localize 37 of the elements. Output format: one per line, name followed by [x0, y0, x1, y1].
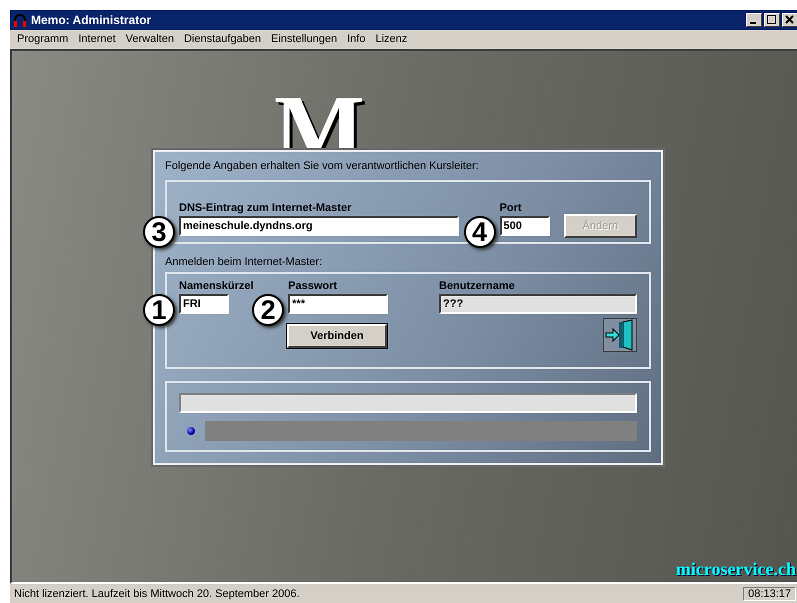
field-label: DNS-Eintrag zum Internet-Master	[179, 202, 352, 214]
menu-item[interactable]: Programm	[12, 33, 74, 45]
instruction-text: Folgende Angaben erhalten Sie vom verantwortlichen Kursleiter:	[165, 160, 479, 172]
field-label: Benutzername	[439, 280, 515, 292]
website-text: microservice.ch	[676, 559, 796, 580]
step-number: 3	[143, 216, 175, 248]
menu-item[interactable]: Internet	[73, 33, 121, 45]
close-icon	[785, 15, 794, 24]
maximize-button[interactable]	[764, 13, 780, 27]
step-number: 4	[464, 216, 496, 248]
menu-item[interactable]: Einstellungen	[266, 33, 342, 45]
step-number: 1	[143, 294, 175, 326]
headphones-icon	[13, 13, 27, 27]
input-field[interactable]: ???	[439, 294, 637, 314]
input-field[interactable]: 500	[500, 216, 550, 236]
clock-text: 08:13:17	[743, 587, 796, 601]
field-label: Namenskürzel	[179, 280, 254, 292]
input-field[interactable]: ***	[288, 294, 388, 314]
menu-item[interactable]: Lizenz	[370, 33, 412, 45]
minimize-icon	[750, 22, 756, 24]
maximize-icon	[767, 15, 776, 24]
input-field[interactable]: FRI	[179, 294, 229, 314]
status-message: Nicht lizenziert. Laufzeit bis Mittwoch 20. September 2006.	[14, 588, 300, 600]
section-heading: Anmelden beim Internet-Master:	[165, 256, 322, 268]
indicator-icon	[187, 426, 195, 434]
input-field[interactable]: meineschule.dyndns.org	[179, 216, 459, 236]
menu-item[interactable]: Verwalten	[120, 33, 179, 45]
minimize-button[interactable]	[746, 13, 762, 27]
menu-item[interactable]: Info	[342, 33, 370, 45]
connect-button[interactable]: Verbinden	[287, 324, 387, 348]
field-label: Passwort	[288, 280, 338, 292]
menu-item[interactable]: Dienstaufgaben	[178, 33, 266, 45]
step-number: 2	[252, 294, 284, 326]
field-label: Port	[500, 202, 522, 214]
close-button[interactable]	[782, 13, 797, 27]
window-title: Memo: Administrator	[31, 13, 152, 27]
door-exit-icon[interactable]	[603, 318, 637, 352]
